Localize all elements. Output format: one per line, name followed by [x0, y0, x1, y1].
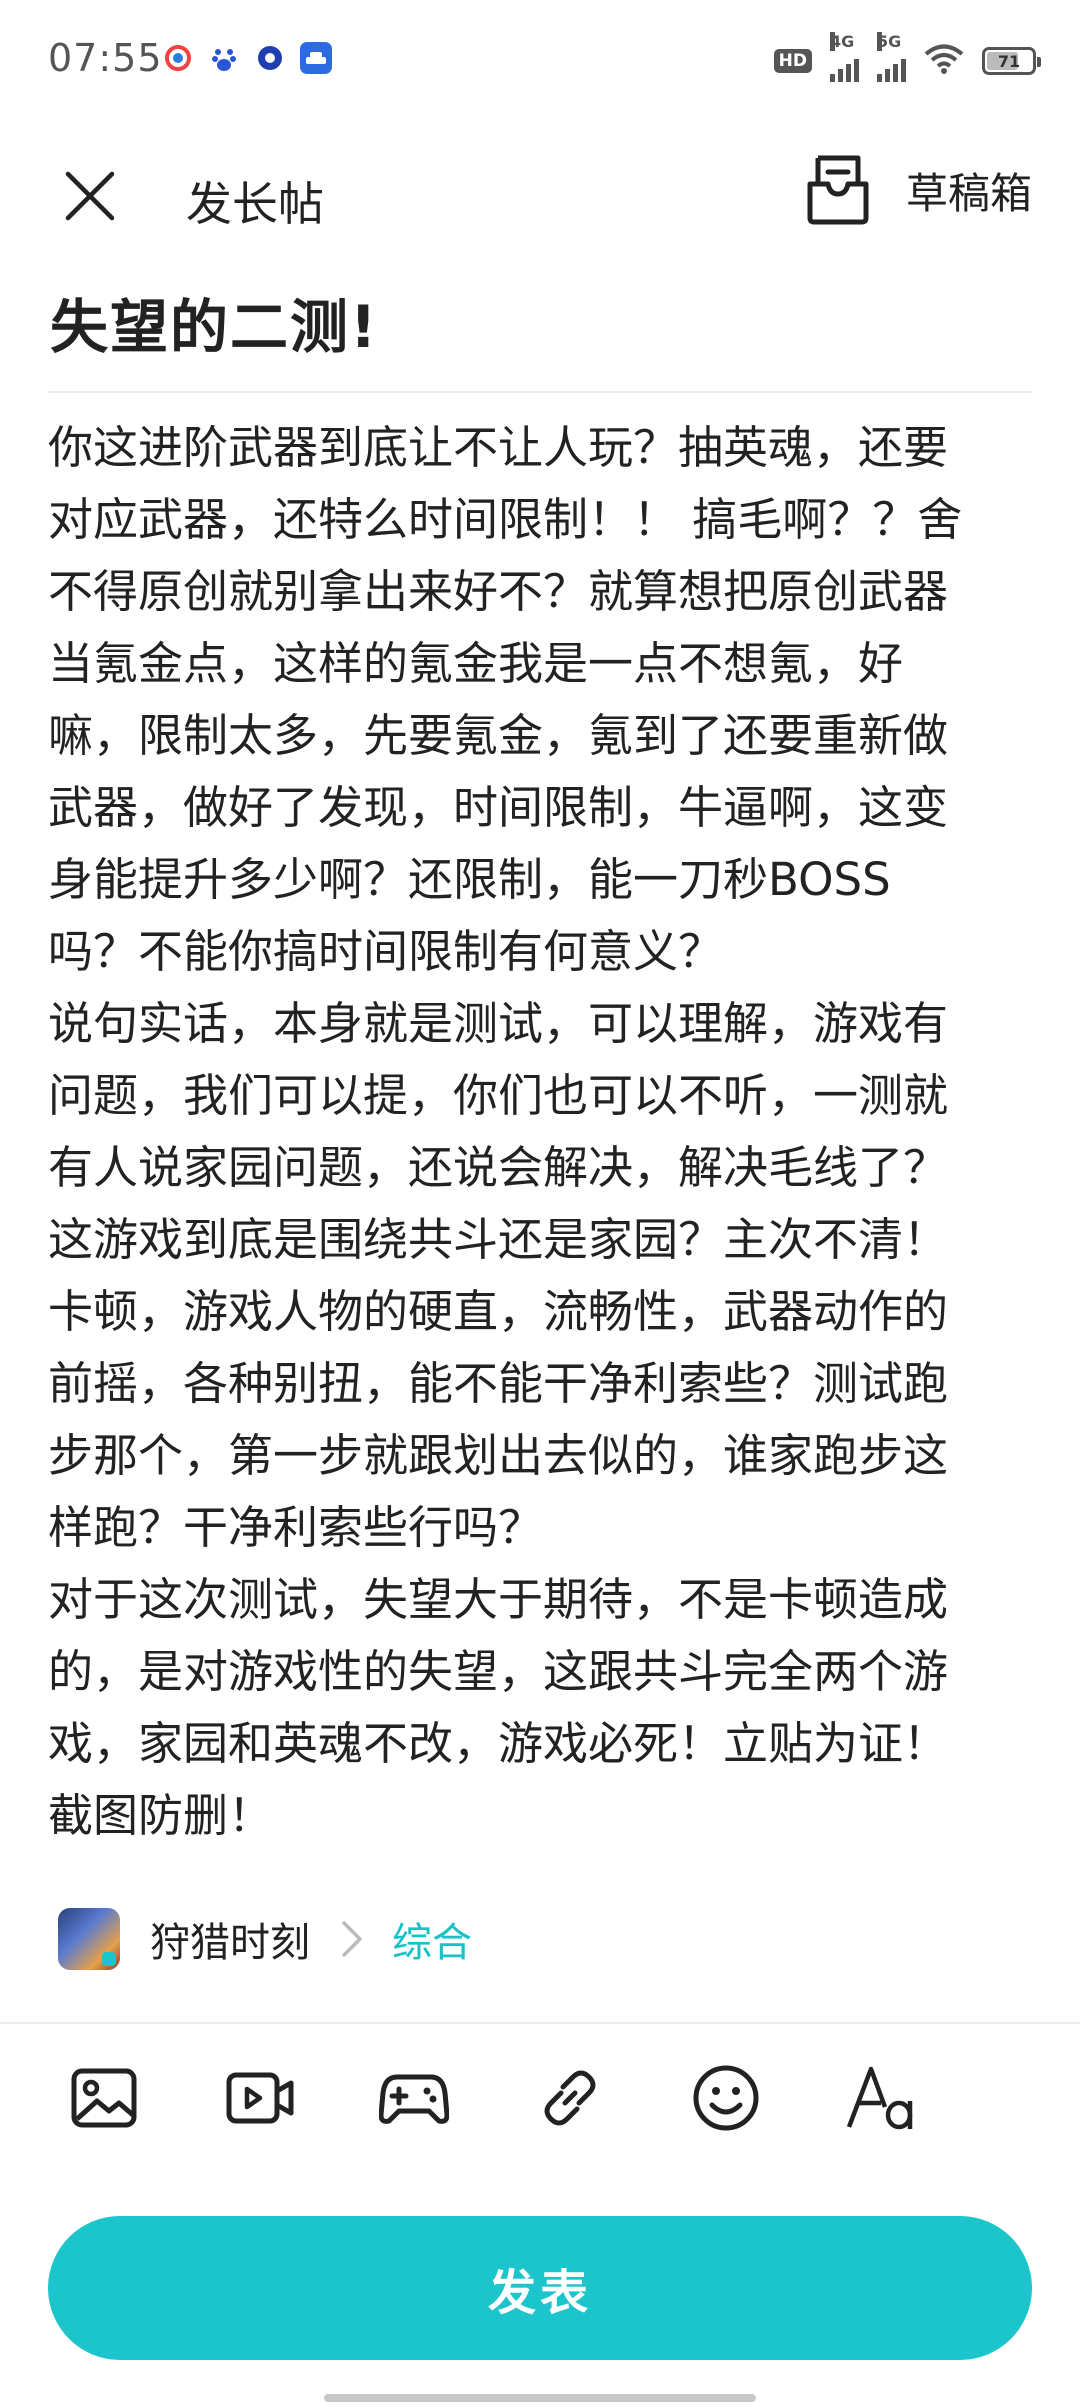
publish-button[interactable]: 发表	[48, 2216, 1032, 2360]
body-line: 这游戏到底是围绕共斗还是家园？主次不清！	[48, 1213, 949, 1266]
app-notification-icon	[162, 42, 194, 74]
notification-icons	[162, 42, 332, 74]
body-line: 戏，家园和英魂不改，游戏必死！立贴为证！	[48, 1717, 949, 1770]
game-name: 狩猎时刻	[150, 1920, 310, 1966]
body-line: 吗？不能你搞时间限制有何意义？	[48, 925, 724, 978]
draft-box-label: 草稿箱	[905, 168, 1032, 218]
close-button[interactable]	[58, 164, 122, 228]
body-line: 身能提升多少啊？还限制，能一刀秒BOSS	[48, 853, 891, 906]
body-line: 前摇，各种别扭，能不能干净利索些？测试跑	[48, 1357, 949, 1410]
body-line: 你这进阶武器到底让不让人玩？抽英魂，还要	[48, 421, 949, 474]
body-line: 卡顿，游戏人物的硬直，流畅性，武器动作的	[48, 1285, 949, 1338]
post-body-editor[interactable]: 你这进阶武器到底让不让人玩？抽英魂，还要 对应武器，还特么时间限制！！ 搞毛啊？？…	[48, 412, 1038, 1852]
close-icon	[65, 171, 115, 221]
insert-image-button[interactable]	[66, 2060, 142, 2136]
publish-label: 发表	[487, 2267, 592, 2320]
chevron-right-icon	[342, 1921, 362, 1957]
body-line: 说句实话，本身就是测试，可以理解，游戏有	[48, 997, 949, 1050]
image-icon	[71, 2068, 137, 2128]
title-divider	[48, 391, 1032, 393]
wifi-icon	[924, 43, 964, 79]
battery-level: 71	[997, 51, 1021, 71]
insert-link-button[interactable]	[532, 2060, 608, 2136]
insert-video-button[interactable]	[222, 2060, 298, 2136]
page-title: 发长帖	[186, 177, 324, 231]
insert-emoji-button[interactable]	[688, 2060, 764, 2136]
status-time: 07:55	[48, 36, 163, 80]
hd-badge: HD	[773, 49, 812, 73]
insert-game-button[interactable]	[376, 2060, 452, 2136]
toolbar-divider	[0, 2022, 1080, 2024]
body-line: 样跑？干净利索些行吗？	[48, 1501, 544, 1554]
link-icon	[544, 2070, 596, 2126]
body-line: 的，是对游戏性的失望，这跟共斗完全两个游	[48, 1645, 949, 1698]
body-line: 不得原创就别拿出来好不？就算想把原创武器	[48, 565, 949, 618]
editor-toolbar	[0, 2060, 1080, 2140]
game-controller-icon	[379, 2074, 449, 2124]
body-line: 步那个，第一步就跟划出去似的，谁家跑步这	[48, 1429, 949, 1482]
body-line: 嘛，限制太多，先要氪金，氪到了还要重新做	[48, 709, 949, 762]
signal-4g-icon: 4G	[830, 32, 859, 82]
body-line: 对于这次测试，失望大于期待，不是卡顿造成	[48, 1573, 949, 1626]
status-bar: 07:55 HD 4G 5G 71	[0, 0, 1080, 120]
game-tag-selector[interactable]: 狩猎时刻 综合	[58, 1908, 472, 1970]
baidu-notification-icon	[208, 42, 240, 74]
body-line: 当氪金点，这样的氪金我是一点不想氪，好	[48, 637, 904, 690]
category-link[interactable]: 综合	[392, 1910, 472, 1968]
body-line: 问题，我们可以提，你们也可以不听，一测就	[48, 1069, 949, 1122]
draft-box-icon	[807, 155, 869, 225]
draft-box-button[interactable]: 草稿箱	[804, 154, 1032, 226]
status-indicators: HD 4G 5G 71	[773, 32, 1041, 82]
game-avatar	[58, 1908, 120, 1970]
video-icon	[226, 2072, 294, 2124]
home-indicator[interactable]	[324, 2394, 756, 2402]
battery-icon: 71	[982, 47, 1041, 75]
editor-header: 发长帖 草稿箱	[0, 150, 1080, 240]
text-format-button[interactable]	[844, 2060, 920, 2136]
car-app-notification-icon	[300, 42, 332, 74]
signal-5g-icon: 5G	[877, 32, 906, 82]
text-format-icon	[847, 2066, 913, 2130]
post-title-input[interactable]: 失望的二测!	[50, 280, 378, 364]
circle-notification-icon	[254, 42, 286, 74]
body-line: 截图防删！	[48, 1789, 274, 1842]
body-line: 有人说家园问题，还说会解决，解决毛线了？	[48, 1141, 949, 1194]
body-line: 对应武器，还特么时间限制！！ 搞毛啊？？舍	[48, 493, 963, 546]
body-line: 武器，做好了发现，时间限制，牛逼啊，这变	[48, 781, 949, 834]
emoji-icon	[693, 2065, 759, 2131]
